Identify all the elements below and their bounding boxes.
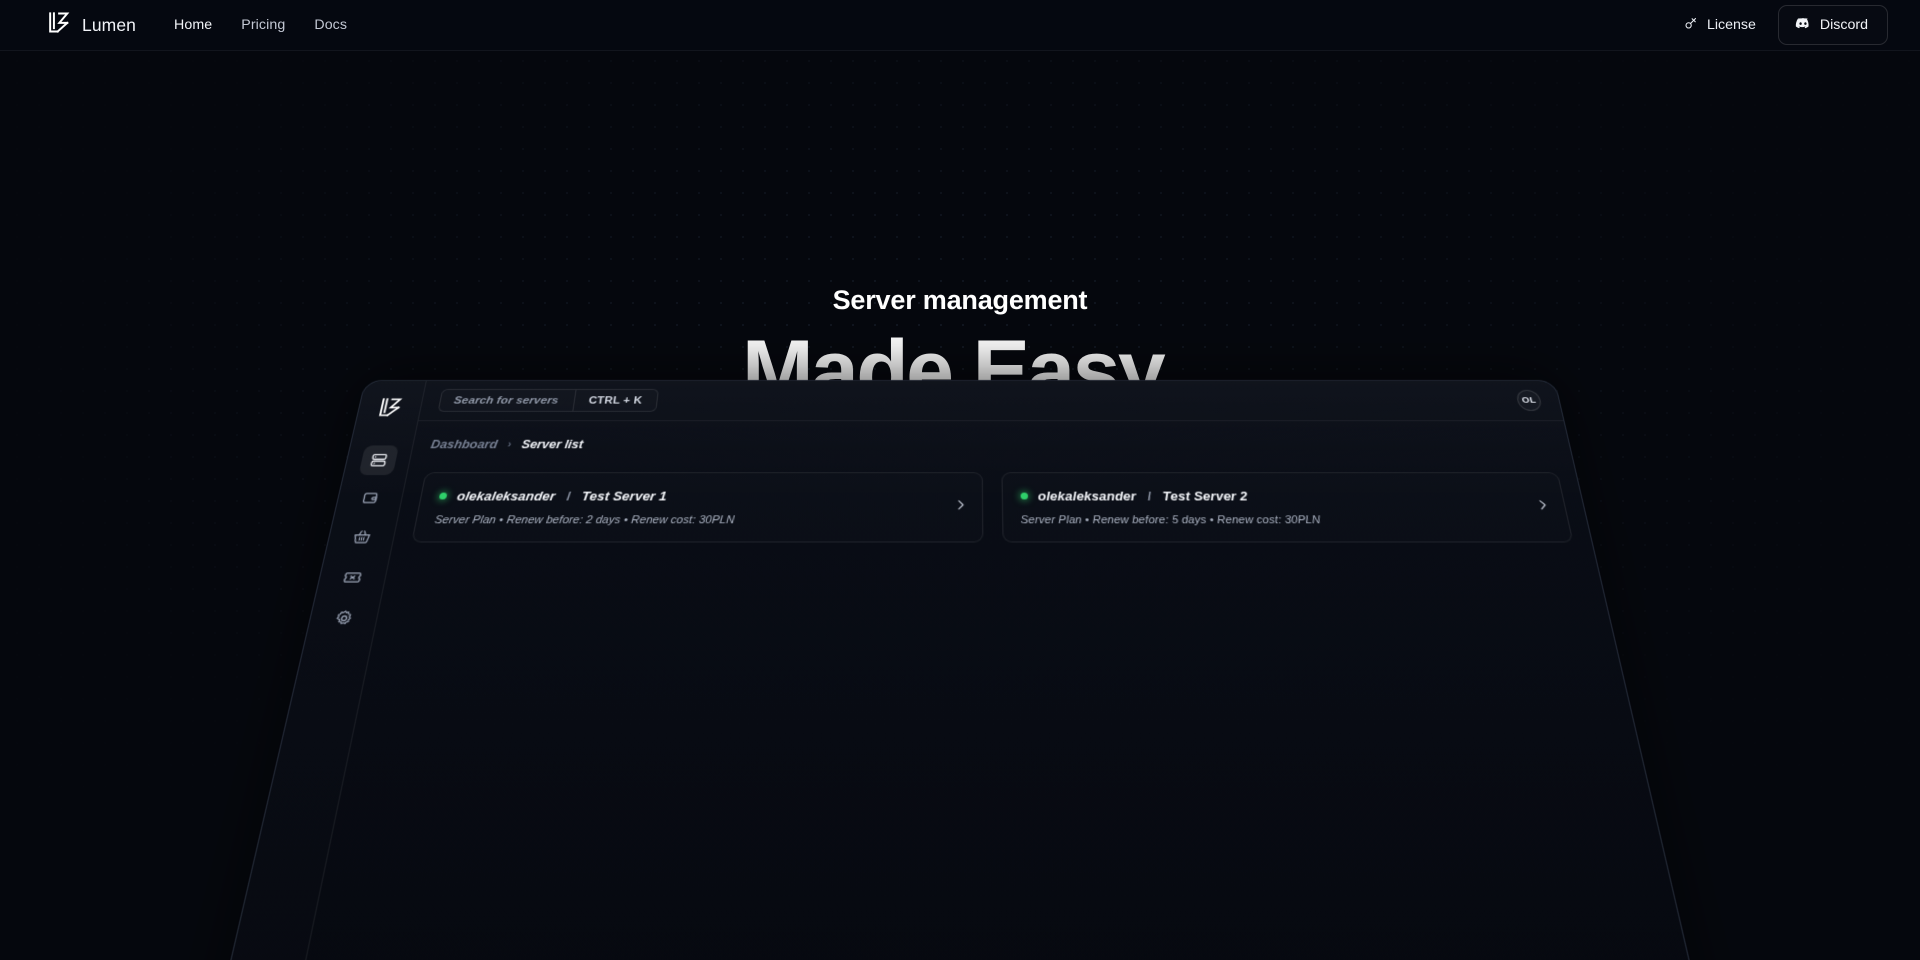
nav-actions: License Discord (1683, 5, 1888, 45)
sidebar-logo[interactable] (369, 394, 410, 425)
discord-label: Discord (1819, 17, 1868, 33)
dashboard-panel-wrap: Search for servers CTRL + K OL Dashboard… (148, 380, 1772, 960)
top-navbar: Lumen Home Pricing Docs License Discord (0, 0, 1920, 51)
hero-kicker: Server management (832, 285, 1088, 315)
server-meta: Server Plan • Renew before: 2 days • Ren… (433, 514, 736, 527)
server-name: Test Server 2 (1162, 488, 1249, 504)
license-button[interactable]: License (1683, 16, 1756, 35)
lumen-logo-icon (374, 396, 404, 423)
server-card-header: olekaleksander / Test Server 2 (1020, 488, 1546, 504)
breadcrumb-current: Server list (520, 437, 585, 452)
search-shortcut-badge: CTRL + K (572, 389, 658, 411)
nav-links: Home Pricing Docs (174, 17, 347, 33)
key-icon (1683, 16, 1698, 35)
server-separator: / (565, 489, 572, 503)
dashboard-main: Search for servers CTRL + K OL Dashboard… (234, 380, 1770, 960)
breadcrumb-separator-icon: › (506, 438, 513, 451)
server-name: Test Server 1 (580, 488, 668, 504)
wallet-icon (359, 490, 380, 507)
nav-link-docs[interactable]: Docs (314, 17, 347, 33)
breadcrumb: Dashboard › Server list (412, 421, 1570, 451)
dashboard-panel: Search for servers CTRL + K OL Dashboard… (148, 380, 1772, 960)
server-card[interactable]: olekaleksander / Test Server 2 Server Pl… (1000, 472, 1574, 543)
discord-button[interactable]: Discord (1777, 5, 1888, 45)
server-meta: Server Plan • Renew before: 5 days • Ren… (1020, 514, 1322, 527)
sidebar-item-settings[interactable] (322, 602, 365, 635)
server-owner: olekaleksander (1037, 488, 1137, 504)
chevron-right-icon[interactable] (1534, 498, 1552, 516)
hero-section: Server management Made Easy. (0, 0, 1920, 414)
sidebar-item-servers[interactable] (357, 445, 399, 476)
brand-name: Lumen (82, 14, 137, 35)
search-input[interactable]: Search for servers (439, 390, 575, 411)
server-card[interactable]: olekaleksander / Test Server 1 Server Pl… (411, 472, 983, 543)
sidebar-item-billing[interactable] (349, 483, 390, 513)
dashboard-topbar: Search for servers CTRL + K OL (418, 380, 1564, 422)
sidebar-item-store[interactable] (340, 521, 382, 552)
dashboard-perspective-stage: Search for servers CTRL + K OL Dashboard… (0, 380, 1920, 960)
lumen-logo-icon (46, 10, 71, 40)
basket-icon (351, 528, 373, 545)
server-stack-icon (368, 452, 389, 468)
status-online-indicator (438, 492, 448, 500)
gear-icon (332, 609, 355, 627)
discord-icon (1795, 15, 1811, 35)
server-card-header: olekaleksander / Test Server 1 (438, 488, 964, 504)
status-online-indicator (1020, 492, 1028, 500)
sidebar-item-tickets[interactable] (331, 561, 374, 593)
nav-link-home[interactable]: Home (174, 17, 212, 33)
page-root: Lumen Home Pricing Docs License Discord … (0, 0, 1920, 960)
nav-link-pricing[interactable]: Pricing (241, 17, 285, 33)
brand-logo[interactable]: Lumen (46, 10, 136, 40)
license-label: License (1707, 17, 1756, 33)
chevron-right-icon[interactable] (953, 498, 967, 516)
search-box[interactable]: Search for servers CTRL + K (437, 389, 659, 412)
avatar[interactable]: OL (1515, 389, 1543, 411)
server-list: olekaleksander / Test Server 1 Server Pl… (393, 451, 1591, 543)
server-separator: / (1147, 489, 1152, 503)
server-owner: olekaleksander (455, 488, 557, 504)
breadcrumb-root[interactable]: Dashboard (430, 438, 499, 451)
ticket-icon (341, 568, 365, 587)
